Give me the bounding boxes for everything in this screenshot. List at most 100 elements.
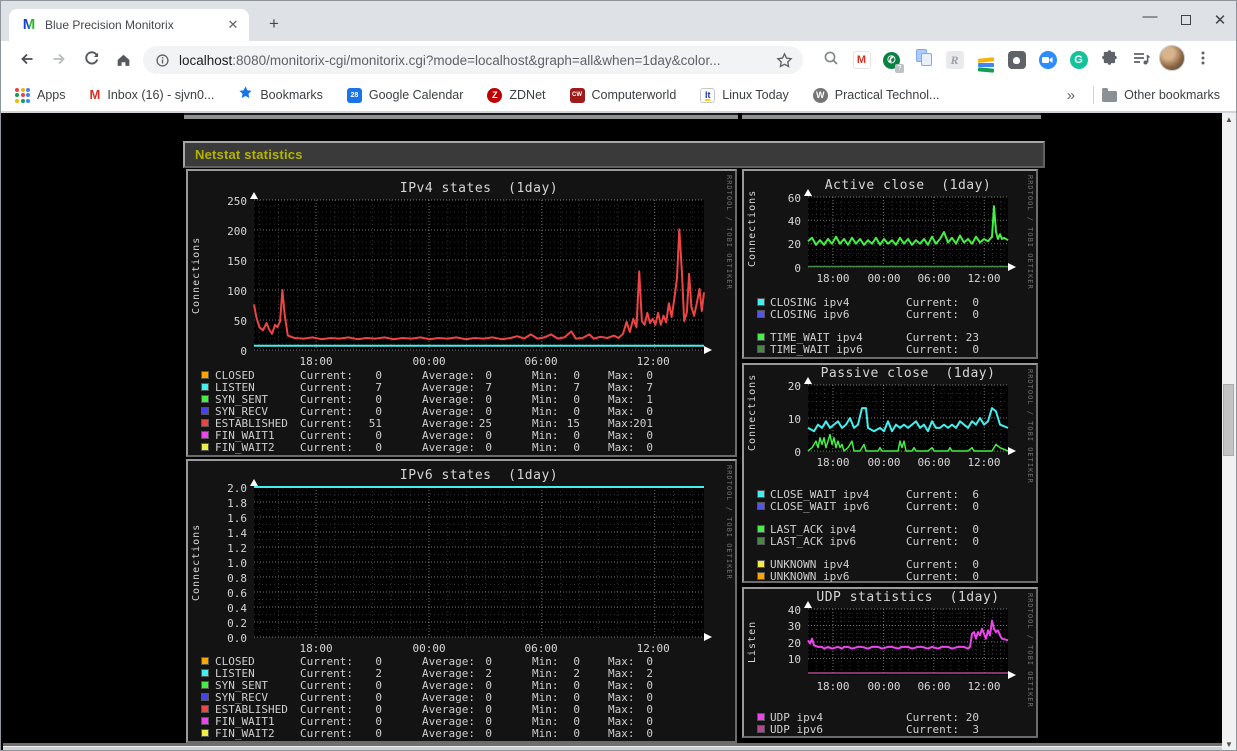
bookmark-label: Bookmarks bbox=[260, 88, 323, 102]
hangouts-icon: ✆? bbox=[883, 50, 904, 73]
x-axis-tick: 18:00 bbox=[816, 272, 850, 285]
bookmark-item[interactable]: W Practical Technol... bbox=[812, 87, 939, 103]
scrollbar-down-arrow[interactable]: ▼ bbox=[1222, 738, 1236, 750]
avatar-toolbar-button[interactable] bbox=[1156, 44, 1187, 76]
home-button[interactable] bbox=[108, 44, 138, 74]
y-axis-tick: 200 bbox=[227, 224, 247, 238]
gcal-icon: 28 bbox=[346, 87, 362, 103]
graph-ipv6-states[interactable]: IPv6 states (1day) Connections 2.0 1.8 1.6 1.… bbox=[186, 459, 737, 743]
grammarly-toolbar-button[interactable]: G bbox=[1063, 45, 1094, 76]
y-axis-tick: 0 bbox=[240, 344, 247, 358]
r-ext-icon: R bbox=[945, 51, 964, 69]
zdnet-icon: Z bbox=[487, 87, 503, 103]
bookmark-item[interactable]: Apps bbox=[15, 87, 66, 103]
puzzle-toolbar-button[interactable] bbox=[1094, 45, 1125, 76]
legend-text: 0 bbox=[375, 727, 382, 740]
x-axis-tick: 00:00 bbox=[867, 272, 901, 285]
bookmark-star-icon[interactable] bbox=[776, 51, 793, 69]
graph-title: IPv6 states (1day) bbox=[399, 468, 559, 483]
scrollbar-thumb[interactable] bbox=[1223, 384, 1234, 456]
legend-text: 0 bbox=[573, 727, 580, 740]
bookmark-item[interactable]: 28 Google Calendar bbox=[346, 87, 463, 103]
puzzle-icon bbox=[1101, 49, 1119, 72]
reload-button[interactable] bbox=[76, 44, 106, 74]
bookmark-label: Linux Today bbox=[722, 88, 789, 102]
graph-udp-statistics[interactable]: UDP statistics (1day) Listen 40 30 20 10 18:00… bbox=[742, 587, 1038, 738]
legend-text: 0 bbox=[375, 441, 382, 454]
y-axis-tick: 150 bbox=[227, 254, 247, 268]
next-section-edge bbox=[3, 746, 1223, 750]
copy-pages-toolbar-button[interactable] bbox=[908, 45, 939, 76]
legend-color-swatch bbox=[201, 406, 209, 415]
search-toolbar-button[interactable] bbox=[815, 45, 846, 76]
bookmark-label: Apps bbox=[37, 88, 66, 102]
graph-active-close[interactable]: Active close (1day) Connections 60 40 20 0 18:… bbox=[742, 169, 1038, 359]
window-maximize-button[interactable] bbox=[1177, 12, 1195, 30]
legend-row: CLOSED Current: 0 Average: 0 Min: 0 Max: 0 bbox=[200, 369, 731, 382]
x-axis-tick: 06:00 bbox=[917, 456, 951, 469]
bookmark-item[interactable]: M Inbox (16) - sjvn0... bbox=[90, 86, 215, 104]
graph-passive-close[interactable]: Passive close (1day) Connections 20 10 0 18:0… bbox=[742, 363, 1038, 583]
legend-row: SYN_SENT Current: 0 Average: 0 Min: 0 Max: 1 bbox=[200, 393, 731, 406]
browser-window: M Blue Precision Monitorix ✕ + — ✕ local… bbox=[0, 0, 1237, 751]
zoom-toolbar-button[interactable] bbox=[1032, 45, 1063, 76]
bookmark-label: Computerworld bbox=[591, 88, 677, 102]
bookmarks-overflow-chevron[interactable]: » bbox=[1057, 87, 1085, 104]
legend-row: TIME_WAIT ipv4 Current: 23 bbox=[756, 331, 1032, 344]
grammarly-icon: G bbox=[1069, 51, 1088, 69]
books-toolbar-button[interactable] bbox=[970, 45, 1001, 76]
graph-title: Active close (1day) bbox=[824, 178, 992, 193]
bookmark-item[interactable]: lt Linux Today bbox=[700, 87, 789, 103]
menu-dots-toolbar-button[interactable] bbox=[1187, 45, 1218, 76]
tab-close-icon[interactable]: ✕ bbox=[225, 17, 241, 33]
window-close-button[interactable]: ✕ bbox=[1211, 12, 1229, 30]
bookmark-item[interactable]: Z ZDNet bbox=[487, 87, 546, 103]
legend-row: LAST_ACK ipv6 Current: 0 bbox=[756, 535, 1032, 548]
page-info-icon[interactable] bbox=[155, 53, 170, 68]
wordpress-icon: W bbox=[812, 87, 828, 103]
y-axis-tick: 0.4 bbox=[227, 601, 247, 615]
legend-row: UNKNOWN ipv4 Current: 0 bbox=[756, 558, 1032, 571]
y-axis-tick: 1.0 bbox=[227, 556, 247, 570]
legend-text: LAST_ACK ipv6 bbox=[770, 535, 857, 548]
y-axis-tick: 100 bbox=[227, 284, 247, 298]
browser-tab[interactable]: M Blue Precision Monitorix ✕ bbox=[9, 9, 249, 41]
page-content: Netstat statistics IPv4 states (1day) Con… bbox=[1, 113, 1224, 750]
legend-color-swatch bbox=[757, 724, 765, 733]
x-axis-tick: 12:00 bbox=[636, 355, 670, 368]
x-axis-tick: 06:00 bbox=[524, 642, 558, 655]
legend-color-swatch bbox=[201, 382, 209, 391]
other-bookmarks[interactable]: Other bookmarks bbox=[1102, 87, 1220, 102]
new-tab-button[interactable]: + bbox=[261, 11, 287, 37]
address-bar[interactable]: localhost:8080/monitorix-cgi/monitorix.c… bbox=[143, 46, 803, 74]
r-ext-toolbar-button[interactable]: R bbox=[939, 45, 970, 76]
legend-text: 0 bbox=[646, 727, 653, 740]
music-queue-icon bbox=[1132, 50, 1150, 71]
legend-color-swatch bbox=[201, 728, 209, 737]
legend-row: LISTEN Current: 2 Average: 2 Min: 2 Max: 2 bbox=[200, 667, 731, 680]
legend-text: 0 bbox=[573, 441, 580, 454]
music-queue-toolbar-button[interactable] bbox=[1125, 45, 1156, 76]
bookmark-item[interactable]: Bookmarks bbox=[238, 85, 323, 105]
url-text: localhost:8080/monitorix-cgi/monitorix.c… bbox=[179, 52, 721, 68]
graph-ipv4-states[interactable]: IPv4 states (1day) Connections 250 200 150 10… bbox=[186, 169, 737, 457]
gmail-ext-toolbar-button[interactable]: M bbox=[846, 45, 877, 76]
window-minimize-button[interactable]: — bbox=[1141, 9, 1159, 30]
y-axis-tick: 0.8 bbox=[227, 571, 247, 585]
forward-button[interactable] bbox=[44, 44, 74, 74]
y-axis-tick: 0.2 bbox=[227, 616, 247, 630]
legend-color-swatch bbox=[201, 370, 209, 379]
x-axis-tick: 00:00 bbox=[412, 355, 446, 368]
vertical-scrollbar[interactable]: ▲ ▼ bbox=[1222, 113, 1236, 750]
legend-row: CLOSE_WAIT ipv4 Current: 6 bbox=[756, 488, 1032, 501]
legend-color-swatch bbox=[757, 712, 765, 721]
legend-text: 0 bbox=[972, 570, 979, 583]
back-button[interactable] bbox=[11, 44, 41, 74]
legend-row: SYN_RECV Current: 0 Average: 0 Min: 0 Max: 0 bbox=[200, 405, 731, 418]
y-axis-label: Connections bbox=[191, 236, 202, 314]
bookmark-item[interactable]: CW Computerworld bbox=[569, 87, 677, 103]
hangouts-toolbar-button[interactable]: ✆? bbox=[877, 45, 908, 76]
tab-strip: M Blue Precision Monitorix ✕ + — ✕ bbox=[1, 1, 1236, 41]
keeper-toolbar-button[interactable] bbox=[1001, 45, 1032, 76]
scrollbar-up-arrow[interactable]: ▲ bbox=[1222, 113, 1236, 127]
